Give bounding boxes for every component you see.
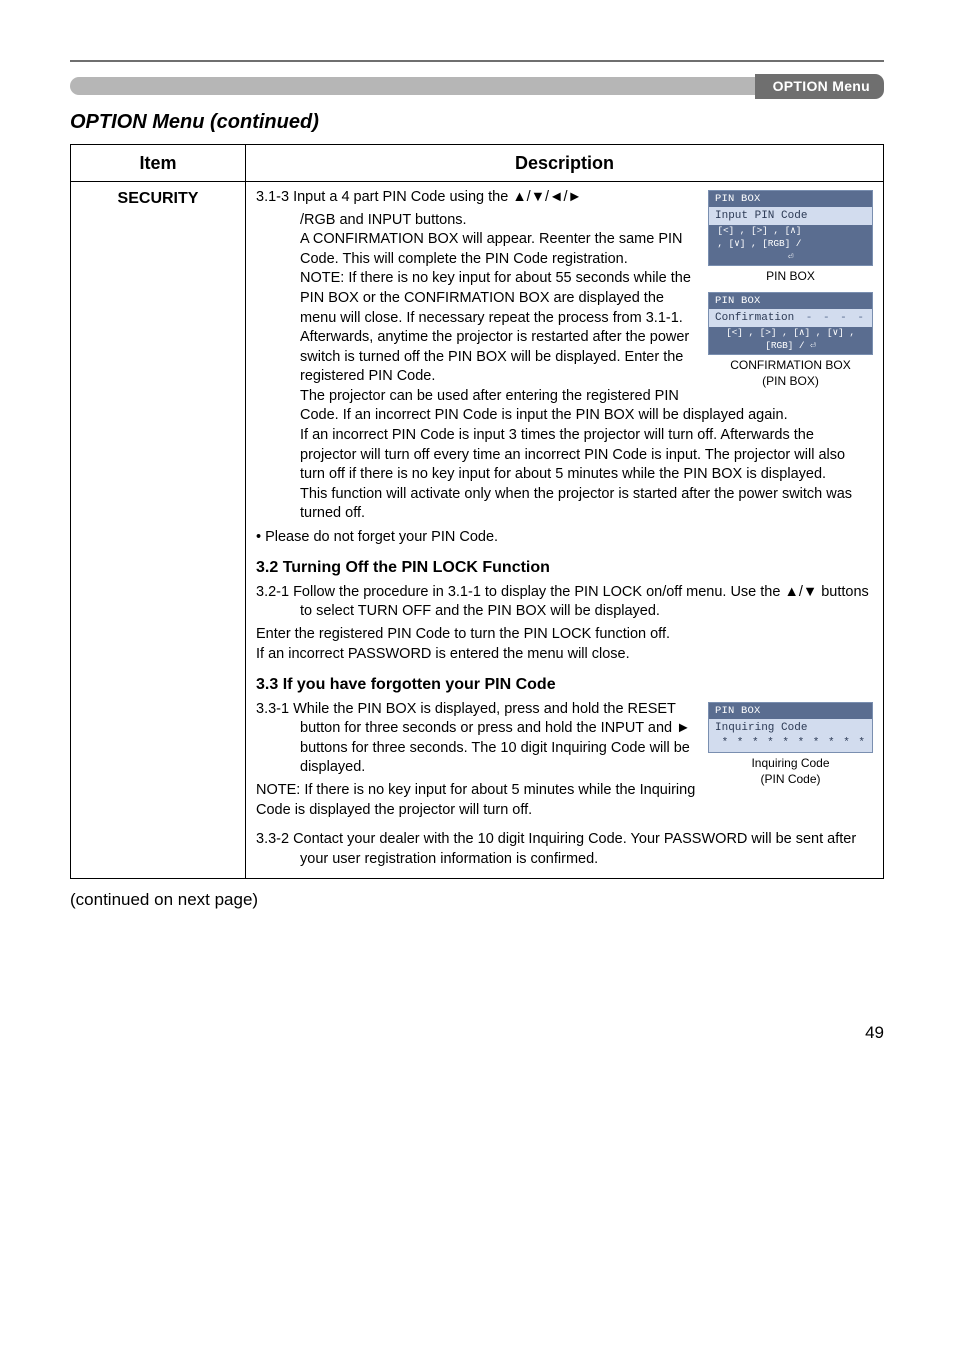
confirmation-box-dashes: - - - - <box>806 311 866 326</box>
pin-box-line: Input PIN Code <box>715 210 807 222</box>
confirmation-box: PIN BOX Confirmation - - - - [<] , [>] ,… <box>708 292 873 355</box>
inquiring-box-caption: Inquiring Code (PIN Code) <box>708 755 873 787</box>
top-header: OPTION Menu <box>70 74 884 99</box>
pin-box-group: PIN BOX Input PIN Code - - - - [<] , [>]… <box>708 190 873 397</box>
page-title: OPTION Menu (continued) <box>70 109 884 136</box>
header-section-label: OPTION Menu <box>755 74 884 99</box>
confirmation-box-foot: [<] , [>] , [∧] , [∨] , [RGB] / ⏎ <box>709 327 872 354</box>
conf-caption-1: CONFIRMATION BOX <box>730 358 850 372</box>
s32-head: 3.2 Turning Off the PIN LOCK Function <box>256 557 873 579</box>
description-cell: PIN BOX Input PIN Code - - - - [<] , [>]… <box>246 182 884 879</box>
col-item-header: Item <box>71 144 246 181</box>
pin-box: PIN BOX Input PIN Code - - - - [<] , [>]… <box>708 190 873 266</box>
header-line <box>70 77 755 95</box>
p313-bullet: • Please do not forget your PIN Code. <box>256 528 873 548</box>
confirmation-box-title: PIN BOX <box>709 293 872 309</box>
page-number: 49 <box>70 1022 884 1045</box>
option-table: Item Description SECURITY PIN BOX Input … <box>70 144 884 879</box>
p313-l7: If an incorrect PIN Code is input 3 time… <box>256 426 873 485</box>
inquiring-box: PIN BOX Inquiring Code * * * * * * * * *… <box>708 702 873 753</box>
s33-l3: 3.3-2 Contact your dealer with the 10 di… <box>256 830 873 869</box>
inq-caption-2: (PIN Code) <box>760 772 820 786</box>
pin-box-caption: PIN BOX <box>708 268 873 284</box>
pin-box-dashes: - - - - <box>806 224 866 239</box>
confirmation-box-caption: CONFIRMATION BOX (PIN BOX) <box>708 357 873 389</box>
continued-label: (continued on next page) <box>70 889 884 912</box>
inquiring-box-stars: * * * * * * * * * * <box>722 736 866 751</box>
s32-l1: 3.2-1 Follow the procedure in 3.1-1 to d… <box>256 583 873 622</box>
pin-box-title: PIN BOX <box>709 191 872 207</box>
p313-l8: This function will activate only when th… <box>256 485 873 524</box>
conf-caption-2: (PIN BOX) <box>762 374 819 388</box>
s32-l2: Enter the registered PIN Code to turn th… <box>256 625 873 645</box>
item-cell: SECURITY <box>71 182 246 879</box>
inquiring-box-line: Inquiring Code <box>715 722 807 734</box>
inquiring-box-group: PIN BOX Inquiring Code * * * * * * * * *… <box>708 702 873 795</box>
top-rule <box>70 60 884 62</box>
inq-caption-1: Inquiring Code <box>751 756 829 770</box>
s32-l3: If an incorrect PASSWORD is entered the … <box>256 645 873 665</box>
col-desc-header: Description <box>246 144 884 181</box>
confirmation-box-line: Confirmation <box>715 312 794 324</box>
s33-head: 3.3 If you have forgotten your PIN Code <box>256 674 873 696</box>
inquiring-box-title: PIN BOX <box>709 703 872 719</box>
